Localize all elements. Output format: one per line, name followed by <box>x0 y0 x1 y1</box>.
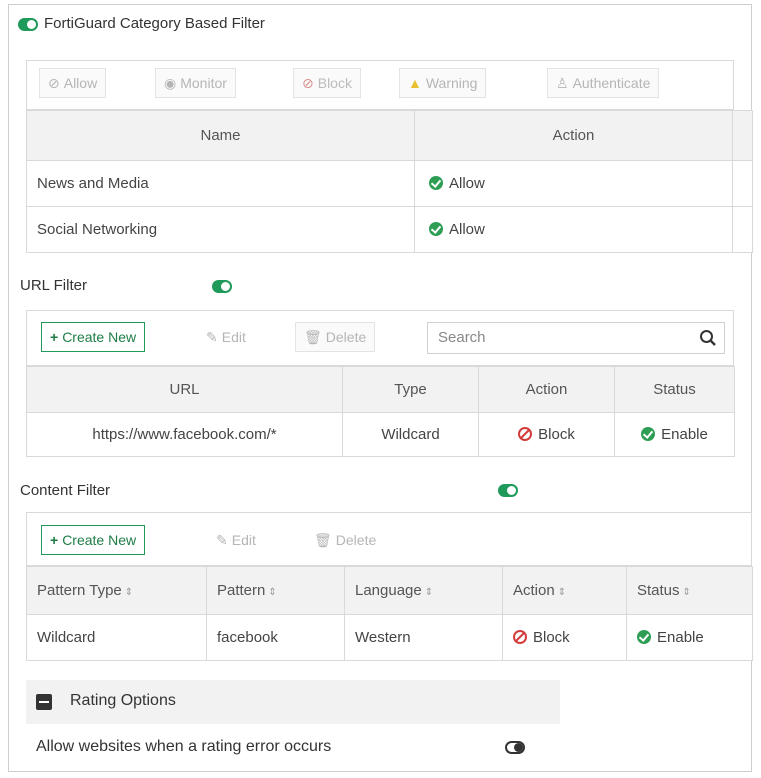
check-circle-icon <box>429 176 443 190</box>
sort-icon: ⇕ <box>268 587 277 598</box>
url-filter-table: URL Type Action Status https://www.faceb… <box>26 366 735 457</box>
plus-icon: + <box>50 329 59 345</box>
column-header-pattern-type[interactable]: Pattern Type ⇕ <box>26 566 207 615</box>
authenticate-action-button[interactable]: ♙ Authenticate <box>547 68 660 98</box>
pattern-cell: facebook <box>206 614 345 661</box>
table-row[interactable]: https://www.facebook.com/* Wildcard Bloc… <box>26 412 735 457</box>
sort-icon: ⇕ <box>682 587 691 598</box>
rating-error-toggle[interactable] <box>504 741 525 754</box>
content-filter-toolbar: + Create New ✎ Edit 🗑 Delete <box>26 512 752 566</box>
language-cell: Western <box>344 614 503 661</box>
action-cell: Block <box>478 412 615 457</box>
url-filter-title: URL Filter <box>20 277 87 294</box>
type-cell: Wildcard <box>342 412 479 457</box>
fortiguard-title: FortiGuard Category Based Filter <box>44 15 265 32</box>
user-icon: ♙ <box>556 75 569 91</box>
fortiguard-category-table: Name Action News and Media Allow Social … <box>26 110 753 253</box>
check-circle-icon <box>637 630 651 644</box>
monitor-action-button[interactable]: ◉ Monitor <box>155 68 236 98</box>
content-delete-button[interactable]: 🗑 Delete <box>305 525 385 555</box>
table-row[interactable]: News and Media Allow <box>26 160 753 207</box>
fortiguard-action-toolbar: ⊘ Allow ◉ Monitor ⊘ Block ▲ Warning ♙ Authent… <box>26 60 734 110</box>
table-row[interactable]: Social Networking Allow <box>26 206 753 253</box>
content-edit-button[interactable]: ✎ Edit <box>207 525 265 555</box>
column-header-status[interactable]: Status ⇕ <box>626 566 753 615</box>
category-action[interactable]: Allow <box>414 160 733 207</box>
content-create-new-button[interactable]: + Create New <box>41 525 146 555</box>
column-header-type[interactable]: Type <box>342 366 479 413</box>
category-action[interactable]: Allow <box>414 206 733 253</box>
no-entry-icon <box>513 630 527 644</box>
category-name: News and Media <box>26 160 415 207</box>
warning-action-button[interactable]: ▲ Warning <box>399 68 487 98</box>
content-filter-table: Pattern Type ⇕ Pattern ⇕ Language ⇕ Action ⇕… <box>26 566 753 661</box>
column-header-language[interactable]: Language ⇕ <box>344 566 503 615</box>
column-header-pattern[interactable]: Pattern ⇕ <box>206 566 345 615</box>
fortiguard-toggle[interactable] <box>18 18 38 31</box>
search-icon[interactable] <box>699 329 717 347</box>
block-icon: ⊘ <box>302 75 314 91</box>
action-cell: Block <box>502 614 627 661</box>
block-action-button[interactable]: ⊘ Block <box>293 68 361 98</box>
pencil-icon: ✎ <box>216 532 228 548</box>
column-header-status[interactable]: Status <box>614 366 735 413</box>
check-circle-icon <box>641 427 656 441</box>
url-filter-toolbar: + Create New ✎ Edit 🗑 Delete Search <box>26 310 734 366</box>
column-header-action[interactable]: Action ⇕ <box>502 566 627 615</box>
trash-icon: 🗑 <box>314 532 332 548</box>
column-header-spacer <box>732 110 753 161</box>
content-filter-toggle[interactable] <box>498 484 519 497</box>
allow-action-button[interactable]: ⊘ Allow <box>39 68 107 98</box>
rating-options-header[interactable]: Rating Options <box>26 680 560 724</box>
url-search-input[interactable]: Search <box>427 322 725 354</box>
url-edit-button[interactable]: ✎ Edit <box>197 322 255 352</box>
pattern-type-cell: Wildcard <box>26 614 207 661</box>
warning-icon: ▲ <box>408 75 422 91</box>
table-row[interactable]: Wildcard facebook Western Block Enable <box>26 614 753 661</box>
rating-error-label: Allow websites when a rating error occur… <box>36 738 332 755</box>
url-delete-button[interactable]: 🗑 Delete <box>295 322 376 352</box>
trash-icon: 🗑 <box>304 329 322 345</box>
column-header-action[interactable]: Action <box>478 366 615 413</box>
plus-icon: + <box>50 532 59 548</box>
pencil-icon: ✎ <box>206 329 218 345</box>
url-create-new-button[interactable]: + Create New <box>41 322 146 352</box>
category-name: Social Networking <box>26 206 415 253</box>
check-circle-icon <box>429 222 443 236</box>
content-filter-title: Content Filter <box>20 482 111 499</box>
minus-square-icon[interactable] <box>36 694 52 710</box>
rating-options-title: Rating Options <box>70 692 176 709</box>
column-header-url[interactable]: URL <box>26 366 343 413</box>
column-header-name[interactable]: Name <box>26 110 415 161</box>
status-cell: Enable <box>614 412 735 457</box>
url-filter-toggle[interactable] <box>212 280 233 293</box>
status-cell: Enable <box>626 614 753 661</box>
column-header-action[interactable]: Action <box>414 110 733 161</box>
sort-icon: ⇕ <box>557 587 567 598</box>
sort-icon: ⇕ <box>424 587 434 598</box>
url-cell: https://www.facebook.com/* <box>26 412 343 457</box>
allow-icon: ⊘ <box>48 75 60 91</box>
no-entry-icon <box>518 427 533 441</box>
monitor-icon: ◉ <box>164 75 177 91</box>
sort-icon: ⇕ <box>124 587 134 598</box>
